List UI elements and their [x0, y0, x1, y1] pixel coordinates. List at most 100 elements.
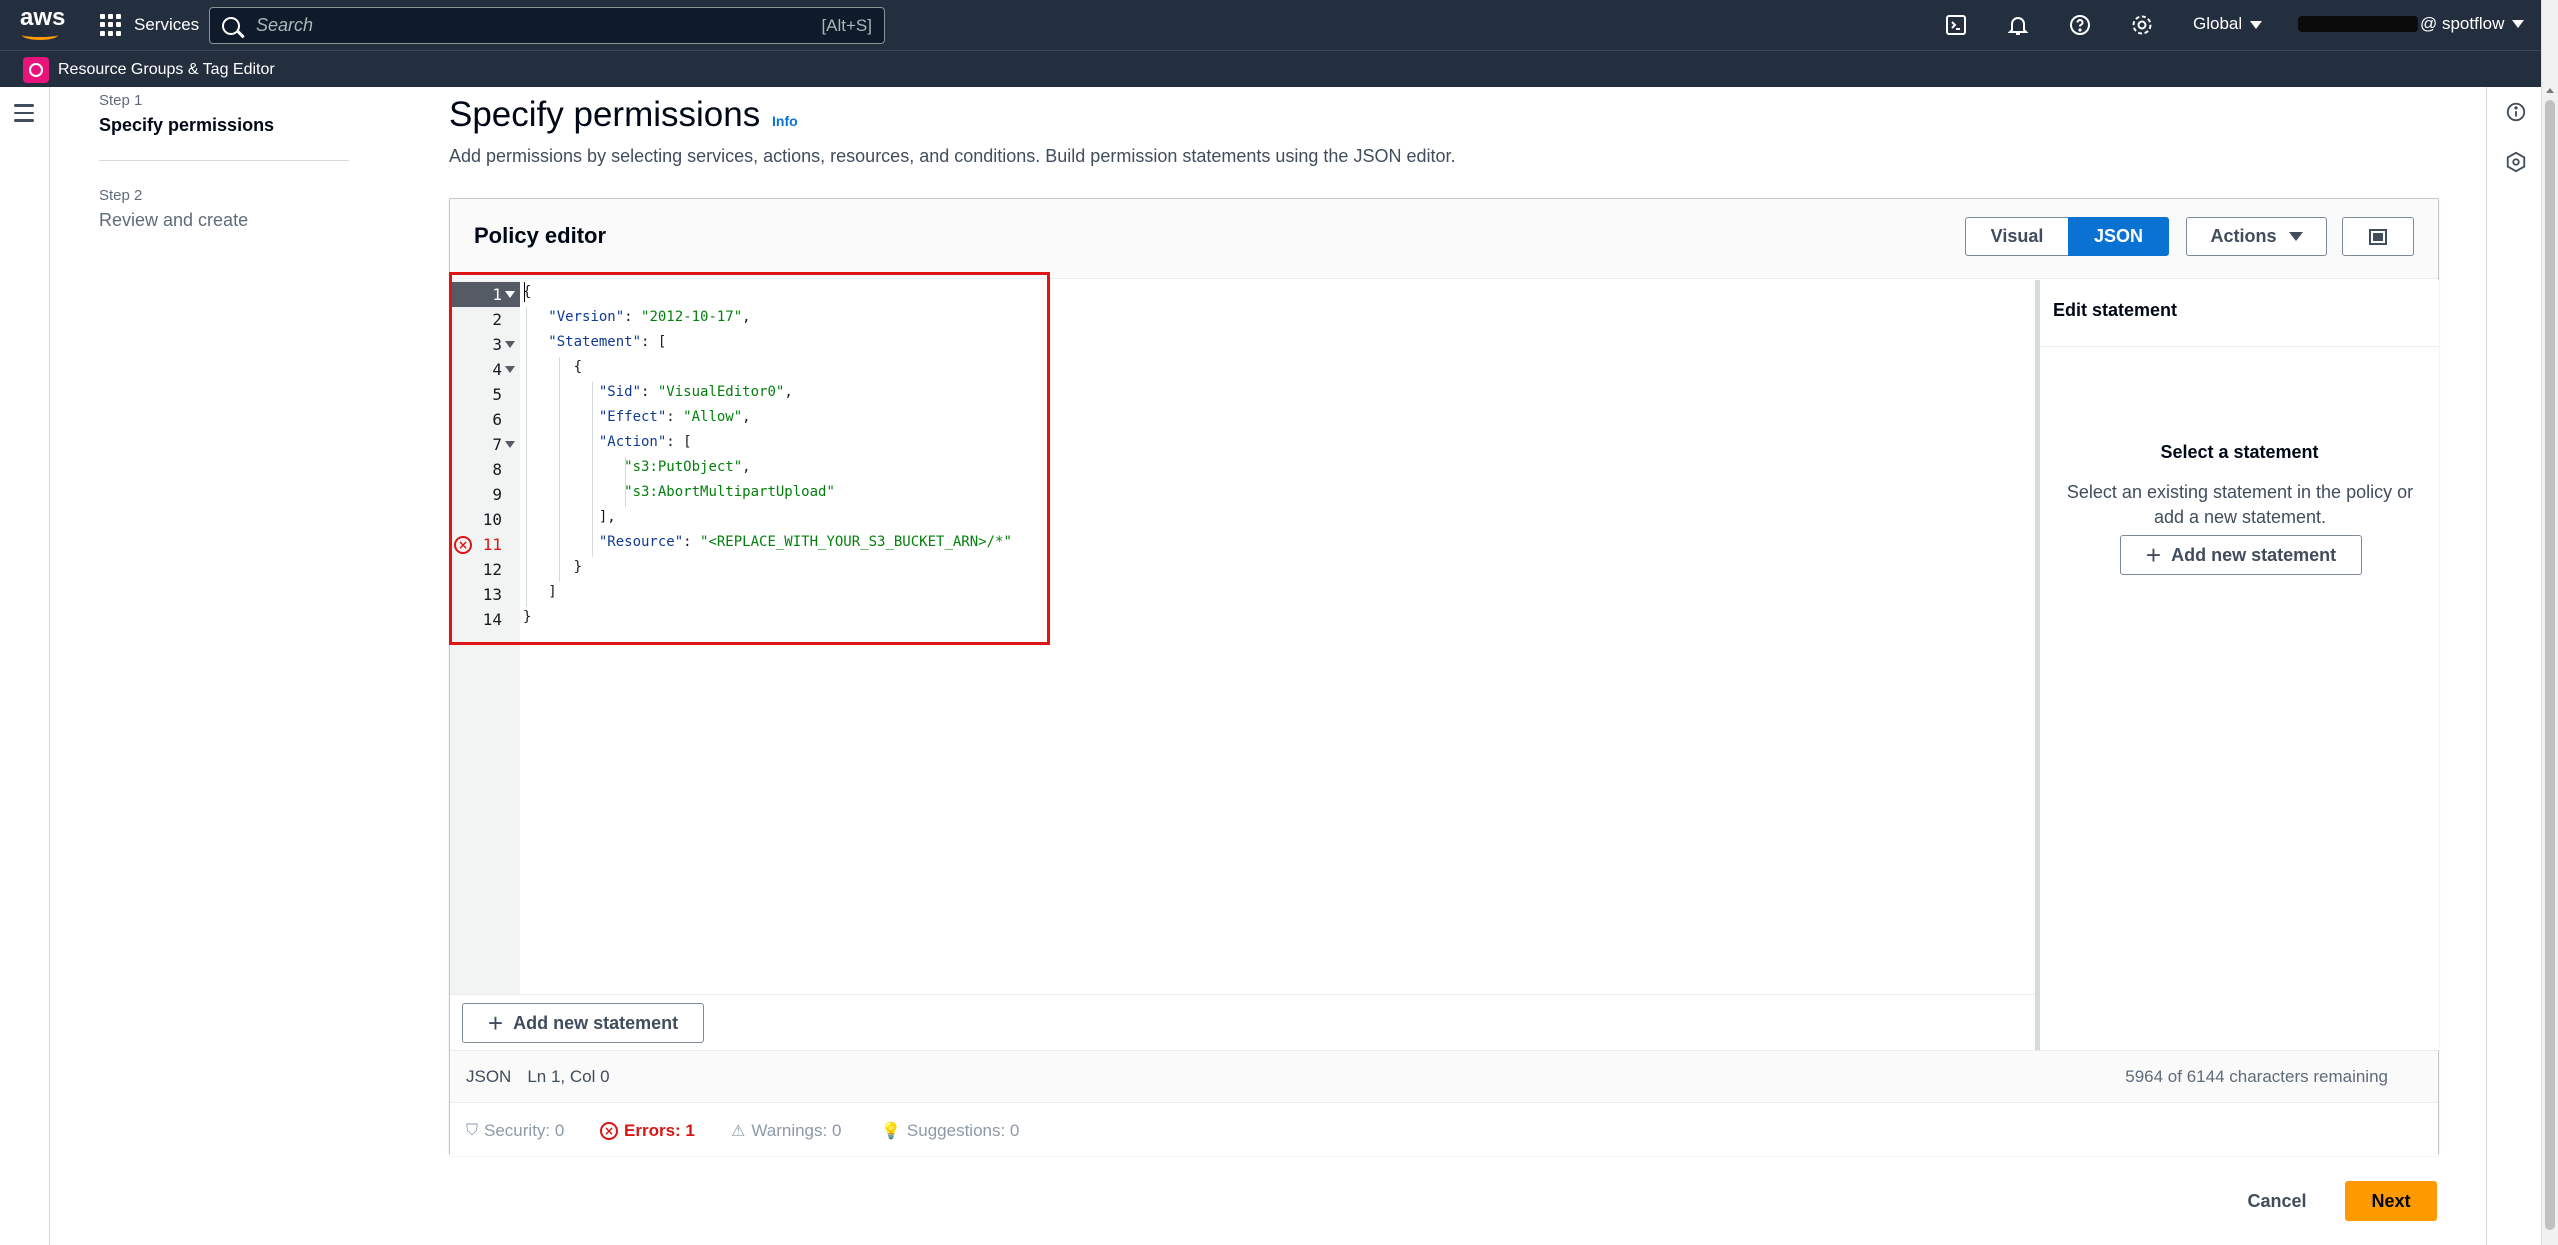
scroll-thumb[interactable] [2545, 100, 2555, 1230]
status-left: JSON Ln 1, Col 0 [466, 1067, 610, 1087]
edit-statement-panel: Edit statement Select a statement Select… [2035, 280, 2439, 1050]
hexagon-settings-icon[interactable] [2505, 151, 2527, 173]
fold-arrow-icon[interactable] [505, 366, 515, 373]
search-input[interactable] [256, 15, 822, 36]
page-scrollbar[interactable] [2541, 0, 2558, 1245]
characters-remaining: 5964 of 6144 characters remaining [2125, 1067, 2388, 1086]
side-panel-icon [2369, 228, 2387, 245]
gutter-line: 8 [492, 460, 502, 479]
gutter-line: 6 [492, 410, 502, 429]
edit-statement-header: Edit statement [2040, 280, 2439, 347]
error-x-icon: × [454, 536, 472, 554]
help-icon[interactable] [2068, 13, 2092, 37]
right-rail [2486, 87, 2541, 1245]
left-rail [0, 87, 50, 1245]
policy-editor-header: Policy editor Visual JSON Actions [450, 199, 2438, 279]
warning-triangle-icon: ⚠ [731, 1123, 746, 1140]
json-code-editor[interactable]: 1 2 3 4 5 6 7 8 9 10 × 11 12 13 14 { "Ver… [450, 280, 2035, 994]
gutter-line: 13 [482, 585, 502, 604]
fold-arrow-icon[interactable] [505, 341, 515, 348]
resource-groups-icon[interactable] [23, 57, 49, 83]
editor-status-bar: JSON Ln 1, Col 0 5964 of 6144 characters … [450, 1050, 2438, 1103]
account-label: @ spotflow [2420, 14, 2505, 33]
empty-state-description: Select an existing statement in the poli… [2066, 482, 2414, 527]
info-circle-icon[interactable] [2505, 101, 2527, 123]
plus-icon: + [2145, 540, 2162, 570]
gear-icon[interactable] [2130, 13, 2154, 37]
plus-icon: + [487, 1008, 504, 1038]
page-title: Specify permissions [449, 95, 761, 134]
gutter-line: 12 [482, 560, 502, 579]
bell-icon[interactable] [2006, 13, 2030, 37]
aws-logo[interactable]: aws [20, 4, 66, 42]
gutter-line: 7 [450, 432, 520, 457]
step-divider [99, 160, 349, 161]
code-line-8: "s3:PutObject", [624, 459, 751, 475]
error-x-icon: × [600, 1122, 618, 1140]
chevron-down-icon [2250, 20, 2263, 29]
cancel-button[interactable]: Cancel [2236, 1182, 2318, 1220]
fold-arrow-icon[interactable] [505, 291, 515, 298]
code-line-1: { [523, 284, 532, 300]
status-mode: JSON [466, 1067, 512, 1086]
security-findings-tab[interactable]: ⛉ Security: 0 [466, 1121, 564, 1141]
side-add-statement-label: Add new statement [2171, 544, 2337, 565]
gutter-line-error: × 11 [450, 532, 520, 557]
aws-smile-icon [22, 30, 58, 40]
code-line-7: "Action": [ [598, 434, 692, 450]
menu-icon[interactable] [14, 104, 34, 127]
info-link[interactable]: Info [772, 113, 798, 129]
code-line-4: { [573, 359, 583, 375]
code-line-3: "Statement": [ [548, 334, 667, 350]
actions-label: Actions [2210, 226, 2277, 246]
service-name-link[interactable]: Resource Groups & Tag Editor [58, 61, 275, 79]
service-bar: Resource Groups & Tag Editor [0, 50, 2541, 87]
add-statement-button[interactable]: + Add new statement [462, 1003, 704, 1043]
aws-logo-text: aws [20, 4, 66, 31]
cursor-position: Ln 1, Col 0 [527, 1067, 610, 1086]
page-description: Add permissions by selecting services, a… [449, 146, 1456, 166]
suggestions-tab[interactable]: 💡 Suggestions: 0 [881, 1121, 1019, 1141]
gutter-line: 4 [450, 357, 520, 382]
shield-icon: ⛉ [466, 1122, 479, 1139]
errors-tab[interactable]: × Errors: 1 [600, 1121, 695, 1141]
policy-editor: Policy editor Visual JSON Actions 1 2 3 … [449, 198, 2439, 1156]
step-1-title: Specify permissions [99, 115, 275, 135]
policy-editor-title: Policy editor [474, 223, 607, 248]
search-shortcut-hint: [Alt+S] [821, 15, 872, 35]
code-line-5: "Sid": "VisualEditor0", [598, 384, 793, 400]
code-line-6: "Effect": "Allow", [598, 409, 751, 425]
json-mode-button[interactable]: JSON [2068, 217, 2169, 256]
search-bar[interactable]: [Alt+S] [209, 7, 885, 44]
validation-summary: ⛉ Security: 0 × Errors: 1 ⚠ Warnings: 0 💡 Su… [450, 1104, 2438, 1156]
code-line-10: ], [598, 509, 616, 525]
scroll-up-arrow-icon[interactable] [2546, 88, 2554, 93]
visual-mode-button[interactable]: Visual [1965, 217, 2069, 256]
code-line-11: "Resource": "<REPLACE_WITH_YOUR_S3_BUCKE… [598, 534, 1012, 550]
add-statement-label: Add new statement [513, 1012, 679, 1033]
next-button[interactable]: Next [2345, 1181, 2437, 1221]
grid-icon [100, 14, 122, 36]
code-line-12: } [573, 559, 583, 575]
step-2-label: Step 2 [99, 187, 143, 204]
cloudshell-icon[interactable] [1944, 13, 1968, 37]
services-menu-button[interactable]: Services [100, 12, 199, 38]
region-label: Global [2193, 14, 2243, 33]
code-line-14: } [523, 609, 532, 625]
step-1-label: Step 1 [99, 92, 143, 109]
gutter-line: 1 [450, 282, 520, 307]
warnings-tab[interactable]: ⚠ Warnings: 0 [731, 1121, 841, 1141]
code-line-2: "Version": "2012-10-17", [548, 309, 751, 325]
search-icon [222, 16, 240, 35]
side-add-statement-button[interactable]: + Add new statement [2120, 535, 2362, 575]
account-menu[interactable]: @ spotflow [2298, 14, 2525, 34]
gutter-line: 5 [492, 385, 502, 404]
gutter-line: 2 [492, 310, 502, 329]
toggle-side-panel-button[interactable] [2342, 217, 2414, 256]
fold-arrow-icon[interactable] [505, 441, 515, 448]
actions-dropdown-button[interactable]: Actions [2186, 217, 2327, 256]
services-label: Services [134, 15, 200, 34]
region-selector[interactable]: Global [2193, 14, 2263, 34]
gutter-line: 10 [482, 510, 502, 529]
wizard-steps: Step 1 Specify permissions Step 2 Review… [99, 92, 349, 231]
